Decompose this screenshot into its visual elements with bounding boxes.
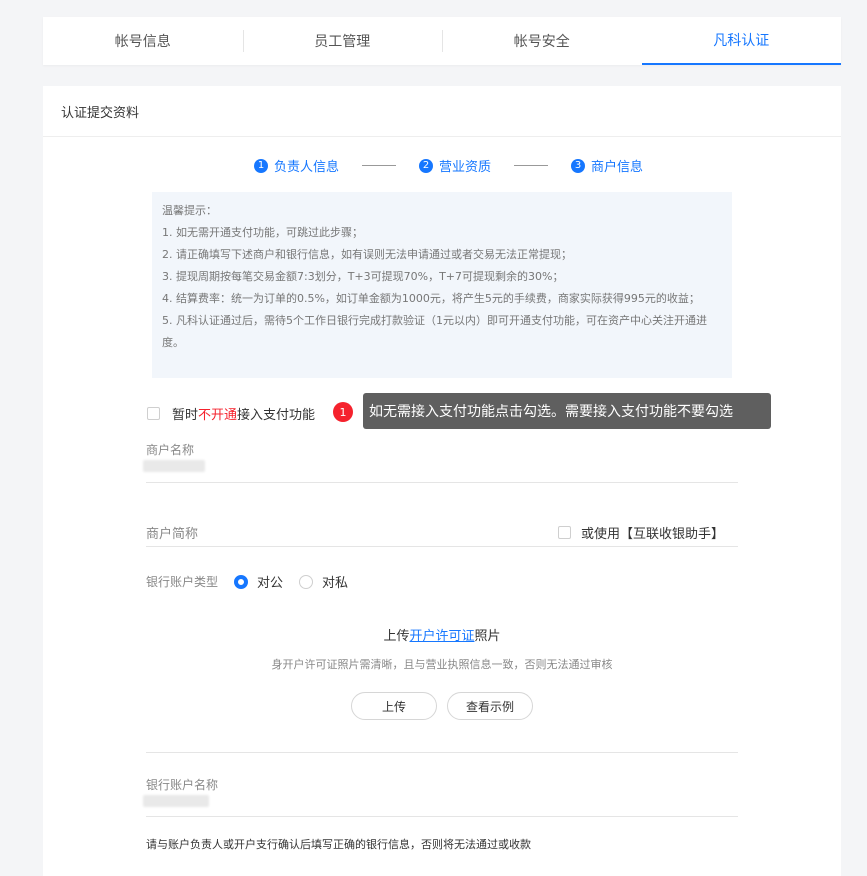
merchant-name-value-redacted [143,460,205,472]
step-divider [514,165,549,166]
upload-title-prefix: 上传 [383,629,410,644]
step-2-label: 营业资质 [439,160,492,175]
upload-hint: 身开户许可证照片需清晰，且与营业执照信息一致，否则无法通过审核 [271,658,613,671]
account-type-label: 银行账户类型 [146,575,219,589]
radio-private-label[interactable]: 对私 [322,572,348,591]
step-2: 2 营业资质 [419,156,491,175]
notice-box: 温馨提示： 1. 如无需开通支付功能，可跳过此步骤； 2. 请正确填写下述商户和… [152,192,732,378]
hint-badge: 1 [333,402,353,422]
bank-account-name-field[interactable] [146,816,738,817]
upload-title-suffix: 照片 [474,629,501,644]
skip-payment-label: 暂时不开通接入支付功能 [172,404,315,423]
cashier-assistant-checkbox[interactable] [558,526,571,539]
account-type-group: 银行账户类型 对公 对私 [146,572,364,591]
bank-info-note: 请与账户负责人或开户支行确认后填写正确的银行信息，否则将无法通过或收款 [146,838,531,851]
tab-account-info[interactable]: 帐号信息 [43,17,243,65]
hint-tooltip: 如无需接入支付功能点击勾选。需要接入支付功能不要勾选 [363,393,771,429]
step-indicator: 1 负责人信息 2 营业资质 3 商户信息 [254,156,643,175]
notice-line: 1. 如无需开通支付功能，可跳过此步骤； [162,226,363,239]
notice-line: 5. 凡科认证通过后，需待5个工作日银行完成打款验证（1元以内）即可开通支付功能… [162,314,707,349]
step-1: 1 负责人信息 [254,156,339,175]
bank-account-name-label: 银行账户名称 [146,778,219,792]
merchant-name-label: 商户名称 [146,443,195,457]
license-link[interactable]: 开户许可证 [409,629,474,644]
step-3-number: 3 [571,158,586,173]
step-3: 3 商户信息 [571,156,643,175]
skip-payment-suffix: 接入支付功能 [237,408,316,423]
tab-bar: 帐号信息 员工管理 帐号安全 凡科认证 [43,17,841,65]
merchant-name-field[interactable] [146,482,738,483]
merchant-short-name-underline [146,546,738,547]
notice-line: 温馨提示： [162,204,217,217]
section-divider [146,752,738,753]
notice-line: 2. 请正确填写下述商户和银行信息，如有误则无法申请通过或者交易无法正常提现； [162,248,572,261]
step-divider [362,165,397,166]
step-2-number: 2 [419,158,434,173]
radio-public[interactable] [234,574,249,589]
notice-line: 4. 结算费率：统一为订单的0.5%，如订单金额为1000元，将产生5元的手续费… [162,292,700,305]
step-1-label: 负责人信息 [274,160,340,175]
notice-line: 3. 提现周期按每笔交易金额7:3划分，T+3可提现70%，T+7可提现剩余的3… [162,270,564,283]
cashier-assistant-option[interactable]: 或使用【互联收银助手】 [558,523,724,542]
view-example-button[interactable]: 查看示例 [447,692,533,720]
cashier-assistant-label: 或使用【互联收银助手】 [581,527,725,542]
upload-button[interactable]: 上传 [351,692,437,720]
tab-staff-management[interactable]: 员工管理 [242,17,443,65]
step-1-number: 1 [254,158,268,173]
radio-private[interactable] [299,574,314,589]
skip-payment-prefix: 暂时 [172,408,199,423]
step-3-label: 商户信息 [591,160,644,175]
skip-payment-highlight: 不开通 [198,408,238,423]
bank-account-name-value-redacted [143,795,209,807]
skip-payment-option[interactable]: 暂时不开通接入支付功能 [147,404,315,423]
merchant-short-name-input[interactable]: 商户简称 [146,523,198,542]
tab-fanke-certification[interactable]: 凡科认证 [641,17,841,65]
card-title: 认证提交资料 [43,86,841,137]
tab-account-security[interactable]: 帐号安全 [442,17,642,65]
radio-public-label[interactable]: 对公 [257,572,283,591]
skip-payment-checkbox[interactable] [147,407,160,420]
certification-card: 认证提交资料 1 负责人信息 2 营业资质 3 商户信息 温馨提示： 1. 如无… [43,86,841,876]
upload-title: 上传开户许可证照片 [43,625,841,644]
